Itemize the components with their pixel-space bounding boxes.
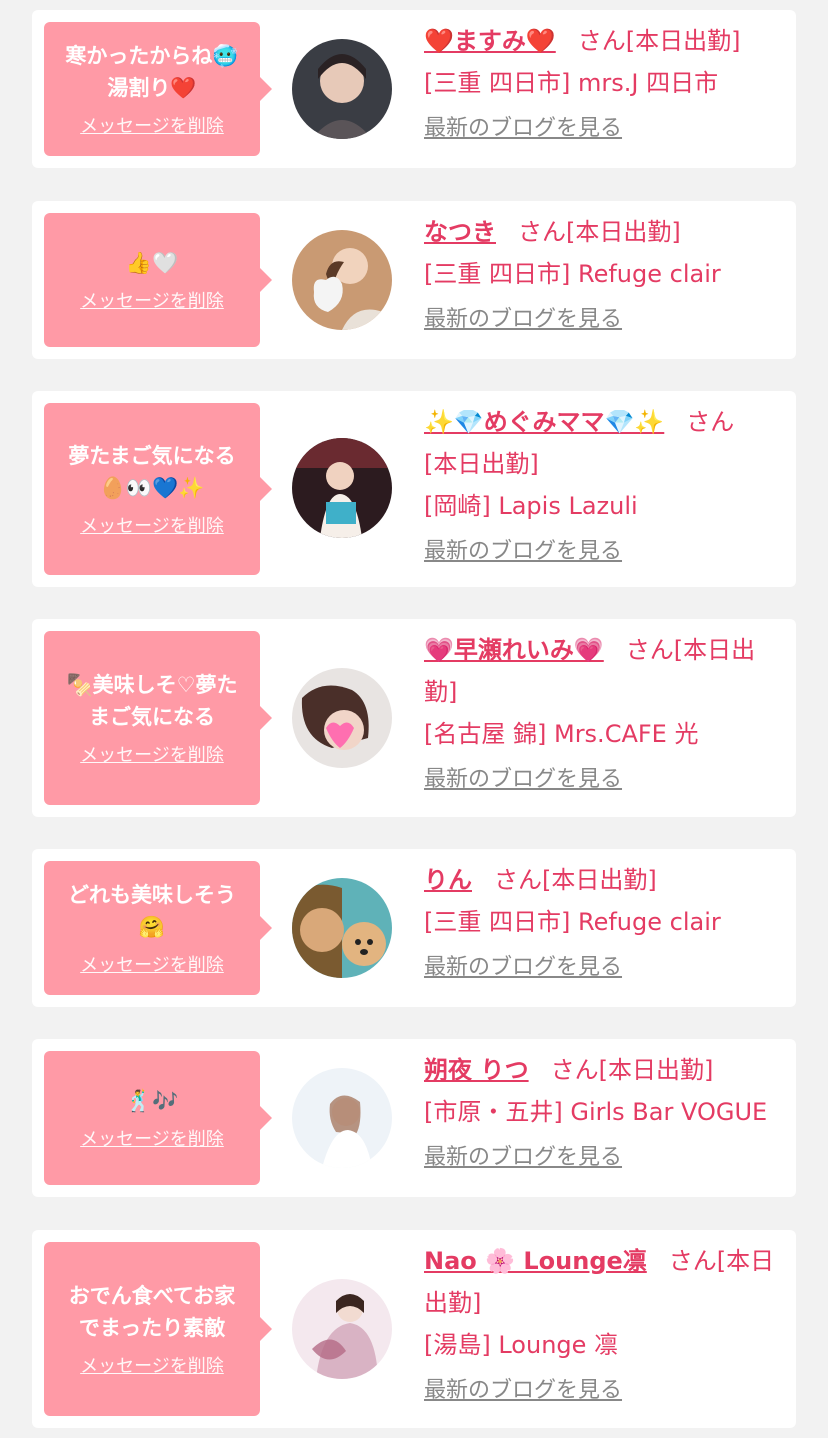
status-text: [本日出勤]: [542, 866, 657, 894]
message-card: 👍🤍 メッセージを削除 なつき さん[本日出勤] [三重 四日市] Refuge …: [32, 201, 796, 359]
avatar[interactable]: [292, 1068, 392, 1168]
avatar-photo-icon: [292, 878, 392, 978]
avatar[interactable]: [292, 668, 392, 768]
shop-text: [三重 四日市] Refuge clair: [424, 260, 721, 288]
cast-info: りん さん[本日出勤] [三重 四日市] Refuge clair 最新のブログを…: [424, 859, 784, 989]
shop-text: [湯島] Lounge 凛: [424, 1331, 619, 1359]
san-suffix: さん: [668, 1247, 717, 1275]
status-text: [本日出勤]: [424, 450, 539, 478]
status-text: [本日出勤]: [625, 27, 741, 55]
cast-name-link[interactable]: 💗早瀬れいみ💗: [424, 636, 604, 664]
delete-message-link[interactable]: メッセージを削除: [80, 112, 224, 138]
shop-text: [岡崎] Lapis Lazuli: [424, 492, 638, 520]
message-bubble: 🍢美味しそ♡夢た まご気になる メッセージを削除: [44, 631, 272, 805]
avatar-photo-icon: [292, 668, 392, 768]
message-bubble: 寒かったからね🥶 湯割り❤️ メッセージを削除: [44, 22, 272, 156]
message-card: 夢たまご気になる 🥚👀💙✨ メッセージを削除 ✨💎めぐみママ💎✨ さん [本日出勤…: [32, 391, 796, 587]
message-card: 🍢美味しそ♡夢た まご気になる メッセージを削除 💗早瀬れいみ💗 さん[本日出勤]…: [32, 619, 796, 817]
message-bubble: どれも美味しそう 🤗 メッセージを削除: [44, 861, 272, 995]
message-bubble: おでん食べてお家 でまったり素敵 メッセージを削除: [44, 1242, 272, 1416]
message-list: 寒かったからね🥶 湯割り❤️ メッセージを削除 ❤️ますみ❤️ さん[本日出勤] …: [0, 0, 828, 1438]
latest-blog-link[interactable]: 最新のブログを見る: [424, 531, 622, 573]
avatar[interactable]: [292, 878, 392, 978]
delete-message-link[interactable]: メッセージを削除: [80, 741, 224, 767]
san-suffix: さん: [518, 218, 566, 246]
status-text: [本日出勤]: [566, 218, 681, 246]
avatar-photo-icon: [292, 39, 392, 139]
avatar-photo-icon: [292, 438, 392, 538]
delete-message-link[interactable]: メッセージを削除: [80, 512, 224, 538]
message-text: 🕺🎶: [125, 1089, 179, 1113]
avatar[interactable]: [292, 438, 392, 538]
avatar[interactable]: [292, 39, 392, 139]
san-suffix: さん: [625, 636, 674, 664]
cast-info: なつき さん[本日出勤] [三重 四日市] Refuge clair 最新のブログ…: [424, 211, 784, 341]
avatar-photo-icon: [292, 1279, 392, 1379]
shop-text: [三重 四日市] mrs.J 四日市: [424, 69, 719, 97]
message-bubble: 夢たまご気になる 🥚👀💙✨ メッセージを削除: [44, 403, 272, 575]
avatar-photo-icon: [292, 230, 392, 330]
cast-name-link[interactable]: りん: [424, 866, 472, 894]
delete-message-link[interactable]: メッセージを削除: [80, 1125, 224, 1151]
message-text: 夢たまご気になる 🥚👀💙✨: [68, 444, 236, 500]
san-suffix: さん: [550, 1056, 599, 1084]
shop-text: [名古屋 錦] Mrs.CAFE 光: [424, 720, 699, 748]
cast-name-link[interactable]: ❤️ますみ❤️: [424, 27, 556, 55]
message-text: 寒かったからね🥶 湯割り❤️: [65, 44, 239, 100]
delete-message-link[interactable]: メッセージを削除: [80, 1352, 224, 1378]
message-card: おでん食べてお家 でまったり素敵 メッセージを削除 Nao 🌸 Lounge凛さ…: [32, 1230, 796, 1428]
cast-name-link[interactable]: ✨💎めぐみママ💎✨: [424, 408, 664, 436]
avatar-photo-icon: [292, 1068, 392, 1168]
latest-blog-link[interactable]: 最新のブログを見る: [424, 759, 622, 801]
san-suffix: さん: [494, 866, 542, 894]
message-text: 👍🤍: [125, 251, 179, 275]
message-bubble: 👍🤍 メッセージを削除: [44, 213, 272, 347]
cast-info: 💗早瀬れいみ💗 さん[本日出勤] [名古屋 錦] Mrs.CAFE 光 最新のブロ…: [424, 629, 784, 801]
shop-text: [市原・五井] Girls Bar VOGUE: [424, 1098, 768, 1126]
message-text: おでん食べてお家 でまったり素敵: [68, 1284, 236, 1340]
latest-blog-link[interactable]: 最新のブログを見る: [424, 1370, 622, 1412]
avatar[interactable]: [292, 230, 392, 330]
shop-text: [三重 四日市] Refuge clair: [424, 908, 721, 936]
cast-info: ✨💎めぐみママ💎✨ さん [本日出勤] [岡崎] Lapis Lazuli 最新の…: [424, 401, 784, 573]
message-card: 寒かったからね🥶 湯割り❤️ メッセージを削除 ❤️ますみ❤️ さん[本日出勤] …: [32, 10, 796, 168]
cast-info: ❤️ますみ❤️ さん[本日出勤] [三重 四日市] mrs.J 四日市 最新のブロ…: [424, 20, 784, 150]
san-suffix: さん: [686, 408, 735, 436]
latest-blog-link[interactable]: 最新のブログを見る: [424, 108, 622, 150]
latest-blog-link[interactable]: 最新のブログを見る: [424, 299, 622, 341]
message-text: どれも美味しそう 🤗: [68, 883, 236, 939]
status-text: [本日出勤]: [598, 1056, 714, 1084]
message-bubble: 🕺🎶 メッセージを削除: [44, 1051, 272, 1185]
cast-name-link[interactable]: 朔夜 りつ: [424, 1056, 529, 1084]
latest-blog-link[interactable]: 最新のブログを見る: [424, 1137, 622, 1179]
cast-name-link[interactable]: なつき: [424, 218, 496, 246]
message-card: どれも美味しそう 🤗 メッセージを削除 りん さん[本日出勤] [三重 四日市] …: [32, 849, 796, 1007]
delete-message-link[interactable]: メッセージを削除: [80, 287, 224, 313]
message-text: 🍢美味しそ♡夢た まご気になる: [66, 673, 238, 729]
message-card: 🕺🎶 メッセージを削除 朔夜 りつ さん[本日出勤] [市原・五井] Girls …: [32, 1039, 796, 1197]
avatar[interactable]: [292, 1279, 392, 1379]
san-suffix: さん: [577, 27, 626, 55]
cast-info: 朔夜 りつ さん[本日出勤] [市原・五井] Girls Bar VOGUE 最新…: [424, 1049, 784, 1179]
latest-blog-link[interactable]: 最新のブログを見る: [424, 947, 622, 989]
cast-name-link[interactable]: Nao 🌸 Lounge凛: [424, 1247, 647, 1275]
cast-info: Nao 🌸 Lounge凛 さん[本日出勤] [湯島] Lounge 凛 最新のブ…: [424, 1240, 784, 1412]
delete-message-link[interactable]: メッセージを削除: [80, 951, 224, 977]
